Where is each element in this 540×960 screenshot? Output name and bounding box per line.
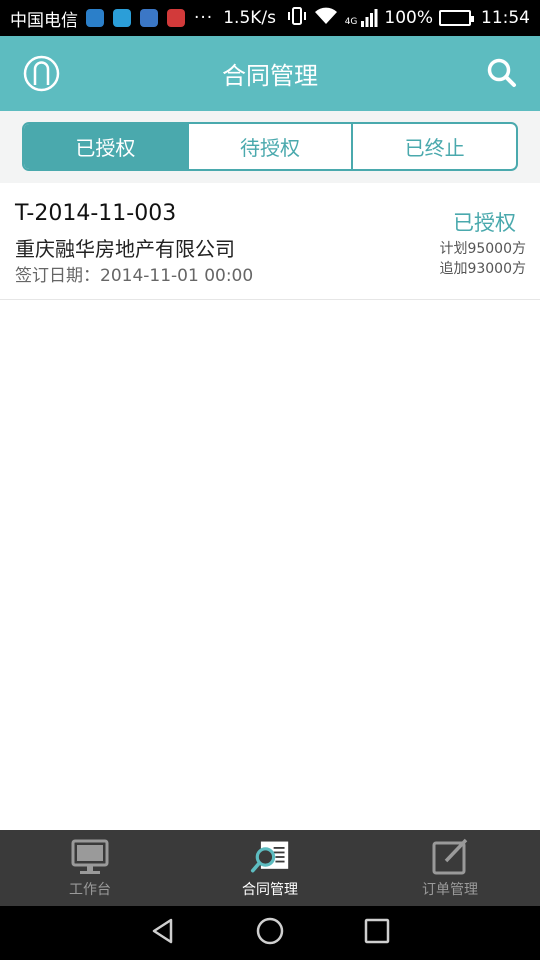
- back-icon[interactable]: [149, 917, 177, 949]
- battery-percent: 100%: [384, 8, 433, 28]
- nav-label-orders: 订单管理: [422, 882, 478, 898]
- tab-pending[interactable]: 待授权: [189, 124, 354, 169]
- page-title: 合同管理: [222, 62, 318, 90]
- additional-volume: 追加93000方: [439, 261, 526, 277]
- planned-volume: 计划95000方: [439, 241, 526, 257]
- nav-item-orders[interactable]: 订单管理: [360, 830, 540, 906]
- status-badge: 已授权: [453, 211, 516, 235]
- home-icon[interactable]: [256, 917, 284, 949]
- battery-icon: [439, 10, 474, 26]
- app-notification-icon: [86, 9, 104, 27]
- more-notifications: ···: [194, 8, 214, 28]
- carrier-label: 中国电信: [10, 10, 78, 31]
- vibrate-icon: [287, 6, 307, 30]
- status-bar: 中国电信 ··· 1.5K/s 4G 100% 11:54: [0, 0, 540, 36]
- wifi-icon: [313, 6, 339, 31]
- image-icon: [140, 9, 158, 27]
- network-type-label: 4G: [344, 17, 358, 27]
- nav-label-workbench: 工作台: [69, 882, 111, 898]
- recents-icon[interactable]: [363, 917, 391, 949]
- tab-terminated[interactable]: 已终止: [353, 124, 516, 169]
- contract-list-item[interactable]: T-2014-11-003 重庆融华房地产有限公司 签订日期：2014-11-0…: [0, 183, 540, 300]
- nav-item-contracts[interactable]: 合同管理: [180, 830, 360, 906]
- contract-code: T-2014-11-003: [15, 201, 177, 226]
- clock: 11:54: [481, 8, 530, 28]
- contract-list: T-2014-11-003 重庆融华房地产有限公司 签订日期：2014-11-0…: [0, 183, 540, 300]
- contract-date: 签订日期：2014-11-01 00:00: [15, 266, 254, 286]
- monitor-icon: [71, 839, 109, 874]
- blocked-icon: [167, 9, 185, 27]
- tab-bar-container: 已授权 待授权 已终止: [0, 111, 540, 183]
- segmented-tabs: 已授权 待授权 已终止: [22, 122, 518, 171]
- bottom-nav: 工作台 合同管理 订单管理: [0, 830, 540, 906]
- user-icon[interactable]: [23, 55, 60, 92]
- signal-icon: 4G: [345, 9, 379, 27]
- system-nav-bar: [0, 906, 540, 960]
- network-speed: 1.5K/s: [223, 8, 276, 28]
- nav-item-workbench[interactable]: 工作台: [0, 830, 180, 906]
- nav-label-contracts: 合同管理: [242, 882, 298, 898]
- contract-search-icon: [250, 841, 289, 873]
- search-icon[interactable]: [486, 57, 518, 89]
- contract-company: 重庆融华房地产有限公司: [15, 237, 235, 261]
- edit-icon: [432, 838, 468, 875]
- usb-icon: [113, 9, 131, 27]
- tab-authorized[interactable]: 已授权: [24, 124, 189, 169]
- app-bar: 合同管理: [0, 36, 540, 111]
